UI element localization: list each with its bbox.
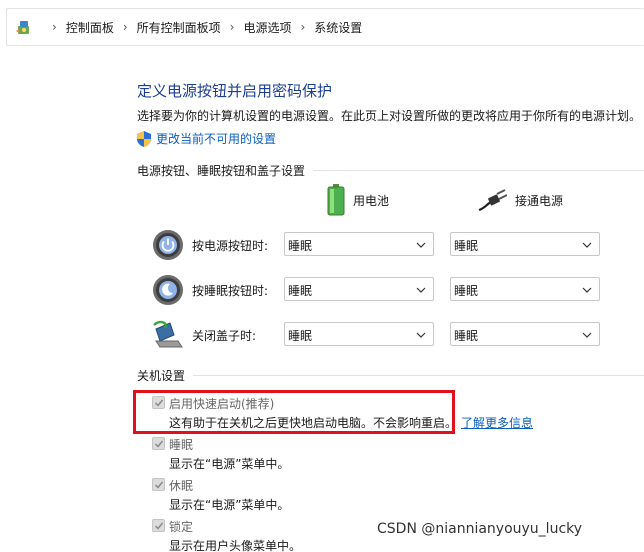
- hibernate-desc: 显示在“电源”菜单中。: [169, 498, 290, 512]
- breadcrumb-all-items[interactable]: 所有控制面板项: [137, 19, 221, 36]
- sleep-desc: 显示在“电源”菜单中。: [169, 457, 290, 471]
- checkmark-icon: [154, 522, 164, 530]
- highlight-box: [133, 390, 455, 434]
- sleep-button-icon: [153, 275, 183, 305]
- chevron-right-icon: ›: [229, 20, 235, 34]
- divider: [193, 375, 644, 376]
- battery-icon: [327, 184, 345, 216]
- sleep-button-plugged-select[interactable]: 睡眠: [450, 277, 600, 301]
- col-battery-label: 用电池: [353, 193, 390, 208]
- breadcrumb-power-options[interactable]: 电源选项: [243, 19, 291, 36]
- chevron-down-icon: [416, 287, 426, 293]
- hibernate-title: 休眠: [169, 479, 194, 493]
- change-settings-label: 更改当前不可用的设置: [156, 132, 277, 146]
- power-button-battery-select[interactable]: 睡眠: [284, 232, 434, 256]
- checkmark-icon: [154, 481, 164, 489]
- checkmark-icon: [154, 440, 164, 448]
- lid-close-label: 关闭盖子时:: [192, 329, 257, 343]
- chevron-down-icon: [416, 242, 426, 248]
- chevron-down-icon: [582, 332, 592, 338]
- learn-more-link[interactable]: 了解更多信息: [461, 416, 533, 430]
- select-value: 睡眠: [288, 239, 313, 253]
- watermark: CSDN @niannianyouyu_lucky: [377, 521, 583, 537]
- select-value: 睡眠: [288, 329, 313, 343]
- laptop-lid-icon: [153, 320, 183, 348]
- lid-close-battery-select[interactable]: 睡眠: [284, 322, 434, 346]
- shutdown-section-header: 关机设置: [137, 367, 644, 384]
- chevron-down-icon: [416, 332, 426, 338]
- page-title: 定义电源按钮并启用密码保护: [137, 82, 333, 100]
- power-plug-icon: [478, 189, 507, 212]
- page-description: 选择要为你的计算机设置的电源设置。在此页上对设置所做的更改将应用于你所有的电源计…: [137, 109, 642, 123]
- power-button-row: 按电源按钮时: 睡眠 睡眠: [150, 226, 610, 262]
- lock-title: 锁定: [169, 520, 194, 534]
- chevron-down-icon: [582, 242, 592, 248]
- lock-desc: 显示在用户头像菜单中。: [169, 539, 302, 552]
- sleep-button-label: 按睡眠按钮时:: [192, 284, 269, 298]
- divider: [313, 170, 644, 171]
- select-value: 睡眠: [454, 239, 479, 253]
- power-button-icon: [153, 230, 183, 260]
- col-battery: 用电池: [327, 184, 389, 216]
- lid-close-row: 关闭盖子时: 睡眠 睡眠: [150, 316, 610, 352]
- breadcrumb[interactable]: › 控制面板 › 所有控制面板项 › 电源选项 › 系统设置: [6, 8, 644, 46]
- chevron-down-icon: [582, 287, 592, 293]
- col-plugged: 接通电源: [477, 188, 563, 212]
- shutdown-section-title: 关机设置: [137, 369, 186, 383]
- hibernate-checkbox[interactable]: [152, 478, 165, 491]
- lid-close-plugged-select[interactable]: 睡眠: [450, 322, 600, 346]
- select-value: 睡眠: [454, 284, 479, 298]
- chevron-right-icon: ›: [122, 20, 128, 34]
- shield-icon: [137, 130, 151, 147]
- power-button-label: 按电源按钮时:: [192, 239, 269, 253]
- select-value: 睡眠: [288, 284, 313, 298]
- lock-checkbox[interactable]: [152, 519, 165, 532]
- sleep-button-row: 按睡眠按钮时: 睡眠 睡眠: [150, 271, 610, 307]
- col-plugged-label: 接通电源: [515, 193, 564, 208]
- breadcrumb-control-panel[interactable]: 控制面板: [66, 19, 114, 36]
- control-panel-icon: [16, 21, 29, 34]
- power-section-title: 电源按钮、睡眠按钮和盖子设置: [137, 164, 306, 178]
- sleep-button-battery-select[interactable]: 睡眠: [284, 277, 434, 301]
- chevron-right-icon: ›: [52, 20, 57, 34]
- breadcrumb-system-settings[interactable]: 系统设置: [314, 19, 362, 36]
- sleep-title: 睡眠: [169, 438, 194, 452]
- select-value: 睡眠: [454, 329, 479, 343]
- power-button-plugged-select[interactable]: 睡眠: [450, 232, 600, 256]
- chevron-right-icon: ›: [300, 20, 306, 34]
- sleep-checkbox[interactable]: [152, 437, 165, 450]
- power-section-header: 电源按钮、睡眠按钮和盖子设置: [137, 162, 644, 179]
- change-settings-link[interactable]: 更改当前不可用的设置: [137, 130, 276, 147]
- address-bar: › 控制面板 › 所有控制面板项 › 电源选项 › 系统设置: [0, 0, 644, 54]
